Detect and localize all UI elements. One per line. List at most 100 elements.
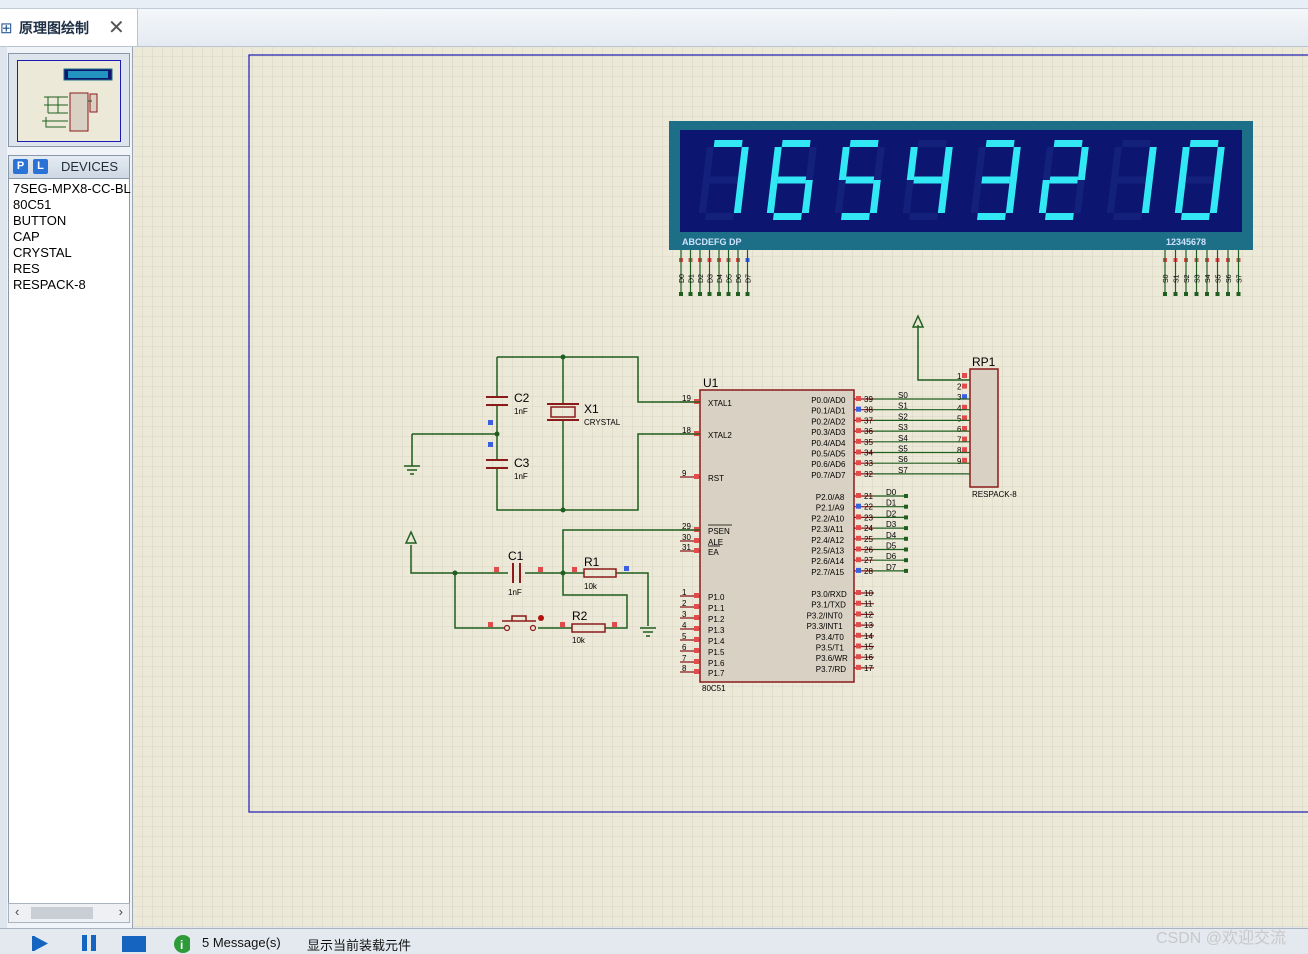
- pin-number: 2: [957, 383, 962, 392]
- c3-ref: C3: [514, 456, 530, 470]
- pin-name: P2.3/A11: [811, 525, 844, 534]
- overview-window[interactable]: [8, 53, 130, 147]
- c2-value: 1nF: [514, 407, 528, 416]
- pin-marker: [962, 457, 967, 463]
- r1-ref: R1: [584, 555, 600, 569]
- pin-marker: [856, 535, 861, 541]
- library-manager-button[interactable]: L: [33, 159, 48, 174]
- r2-ref: R2: [572, 609, 588, 623]
- seg-pin-label: D5: [727, 274, 734, 283]
- pin-marker: [856, 460, 861, 466]
- pin-end: [745, 292, 750, 296]
- stop-icon[interactable]: [122, 936, 146, 952]
- pin-name: P2.6/A14: [811, 557, 844, 566]
- device-item[interactable]: 7SEG-MPX8-CC-BL: [13, 181, 131, 196]
- device-list-hscroll[interactable]: ‹ ›: [8, 903, 130, 923]
- device-item[interactable]: RESPACK-8: [13, 277, 86, 292]
- net-terminal: [904, 526, 908, 531]
- pin-marker: [856, 632, 861, 638]
- play-step-icon[interactable]: [32, 936, 48, 951]
- c1-value: 1nF: [508, 588, 522, 597]
- pin-number: 3: [682, 610, 687, 619]
- scroll-right-icon[interactable]: ›: [119, 904, 123, 919]
- net-terminal: [904, 547, 908, 552]
- segment-g: [845, 176, 875, 184]
- pin-name: P3.7/RD: [816, 665, 846, 674]
- pin-number: 15: [864, 643, 873, 652]
- pin-marker: [624, 566, 629, 571]
- pin-marker: [694, 626, 699, 631]
- pin-end: [688, 292, 693, 296]
- mcu-80c51[interactable]: U1 80C51 19XTAL118XTAL29RST29PSEN30ALE31…: [680, 376, 874, 693]
- message-count[interactable]: 5 Message(s): [202, 935, 281, 950]
- pin-marker: [856, 567, 861, 573]
- pin-end: [707, 292, 712, 296]
- pick-devices-button[interactable]: P: [13, 159, 28, 174]
- device-item[interactable]: RES: [13, 261, 40, 276]
- pin-marker: [856, 557, 861, 563]
- pin-number: 7: [957, 436, 962, 445]
- segment-g: [709, 176, 739, 184]
- scroll-left-icon[interactable]: ‹: [15, 904, 19, 919]
- pin-marker: [856, 428, 861, 434]
- pin-marker: [856, 470, 861, 476]
- com-pin-label: S6: [1226, 274, 1233, 283]
- pin-name: P1.7: [708, 669, 725, 678]
- pin-end: [1226, 292, 1230, 296]
- segment-d: [841, 213, 870, 220]
- side-scrollbar[interactable]: [0, 47, 7, 929]
- overview-preview: [17, 60, 121, 142]
- pin-number: 28: [864, 567, 873, 576]
- pin-end: [1215, 292, 1220, 296]
- pin-name: P1.5: [708, 648, 725, 657]
- pin-number: 24: [864, 524, 873, 533]
- segment-a: [1053, 140, 1083, 147]
- scroll-thumb[interactable]: [31, 907, 93, 919]
- pin-marker: [856, 438, 861, 444]
- pin-name: P3.4/T0: [816, 633, 845, 642]
- pin-end: [1194, 292, 1199, 296]
- pin-number: 27: [864, 556, 873, 565]
- schematic-svg[interactable]: ABCDEFG DP 12345678 D0 D1 D2 D3 D4 D5 D6 D7 S0 S…: [133, 47, 1308, 927]
- x1-ref: X1: [584, 402, 599, 416]
- pin-number: 31: [682, 543, 691, 552]
- pin-name: P2.2/A10: [811, 514, 844, 523]
- pin-name: P2.5/A13: [811, 547, 844, 556]
- pin-number: 26: [864, 546, 873, 555]
- segment-d: [909, 213, 938, 220]
- device-item[interactable]: CAP: [13, 229, 40, 244]
- pin-marker: [694, 593, 699, 598]
- pin-end: [1163, 292, 1167, 296]
- pin-marker: [856, 417, 861, 423]
- pin-number: 23: [864, 513, 873, 522]
- com-pin-label: S1: [1174, 274, 1181, 283]
- rp1-body: [969, 368, 999, 488]
- close-icon[interactable]: ✕: [108, 15, 125, 40]
- pin-number: 7: [682, 654, 687, 663]
- pin-marker: [962, 404, 967, 410]
- pin-number: 9: [957, 457, 962, 466]
- pin-number: 2: [682, 599, 687, 608]
- tab-bar: ⊞ 原理图绘制 ✕: [0, 9, 1308, 47]
- pin-name: XTAL1: [708, 399, 732, 408]
- device-item[interactable]: BUTTON: [13, 213, 66, 228]
- pin-number: 6: [682, 643, 687, 652]
- device-item[interactable]: CRYSTAL: [13, 245, 72, 260]
- net-label: D3: [886, 520, 897, 529]
- c3-value: 1nF: [514, 472, 528, 481]
- pin-name: P0.7/AD7: [811, 471, 846, 480]
- net-label: D0: [886, 488, 897, 497]
- pin-name: P0.3/AD3: [811, 428, 846, 437]
- seg-pin-label: D4: [717, 274, 724, 283]
- pin-name: P1.4: [708, 637, 725, 646]
- schematic-canvas[interactable]: ABCDEFG DP 12345678 D0 D1 D2 D3 D4 D5 D6 D7 S0 S…: [133, 47, 1308, 927]
- tab-schematic[interactable]: ⊞ 原理图绘制 ✕: [0, 9, 138, 46]
- pin-name: P1.0: [708, 593, 725, 602]
- pin-marker: [694, 538, 699, 543]
- pin-end: [1184, 292, 1188, 296]
- net-terminal: [904, 568, 908, 573]
- pause-icon[interactable]: [82, 935, 96, 951]
- seg-pin-label: D7: [746, 274, 753, 283]
- device-item[interactable]: 80C51: [13, 197, 51, 212]
- status-hint: 显示当前装载元件: [307, 938, 412, 953]
